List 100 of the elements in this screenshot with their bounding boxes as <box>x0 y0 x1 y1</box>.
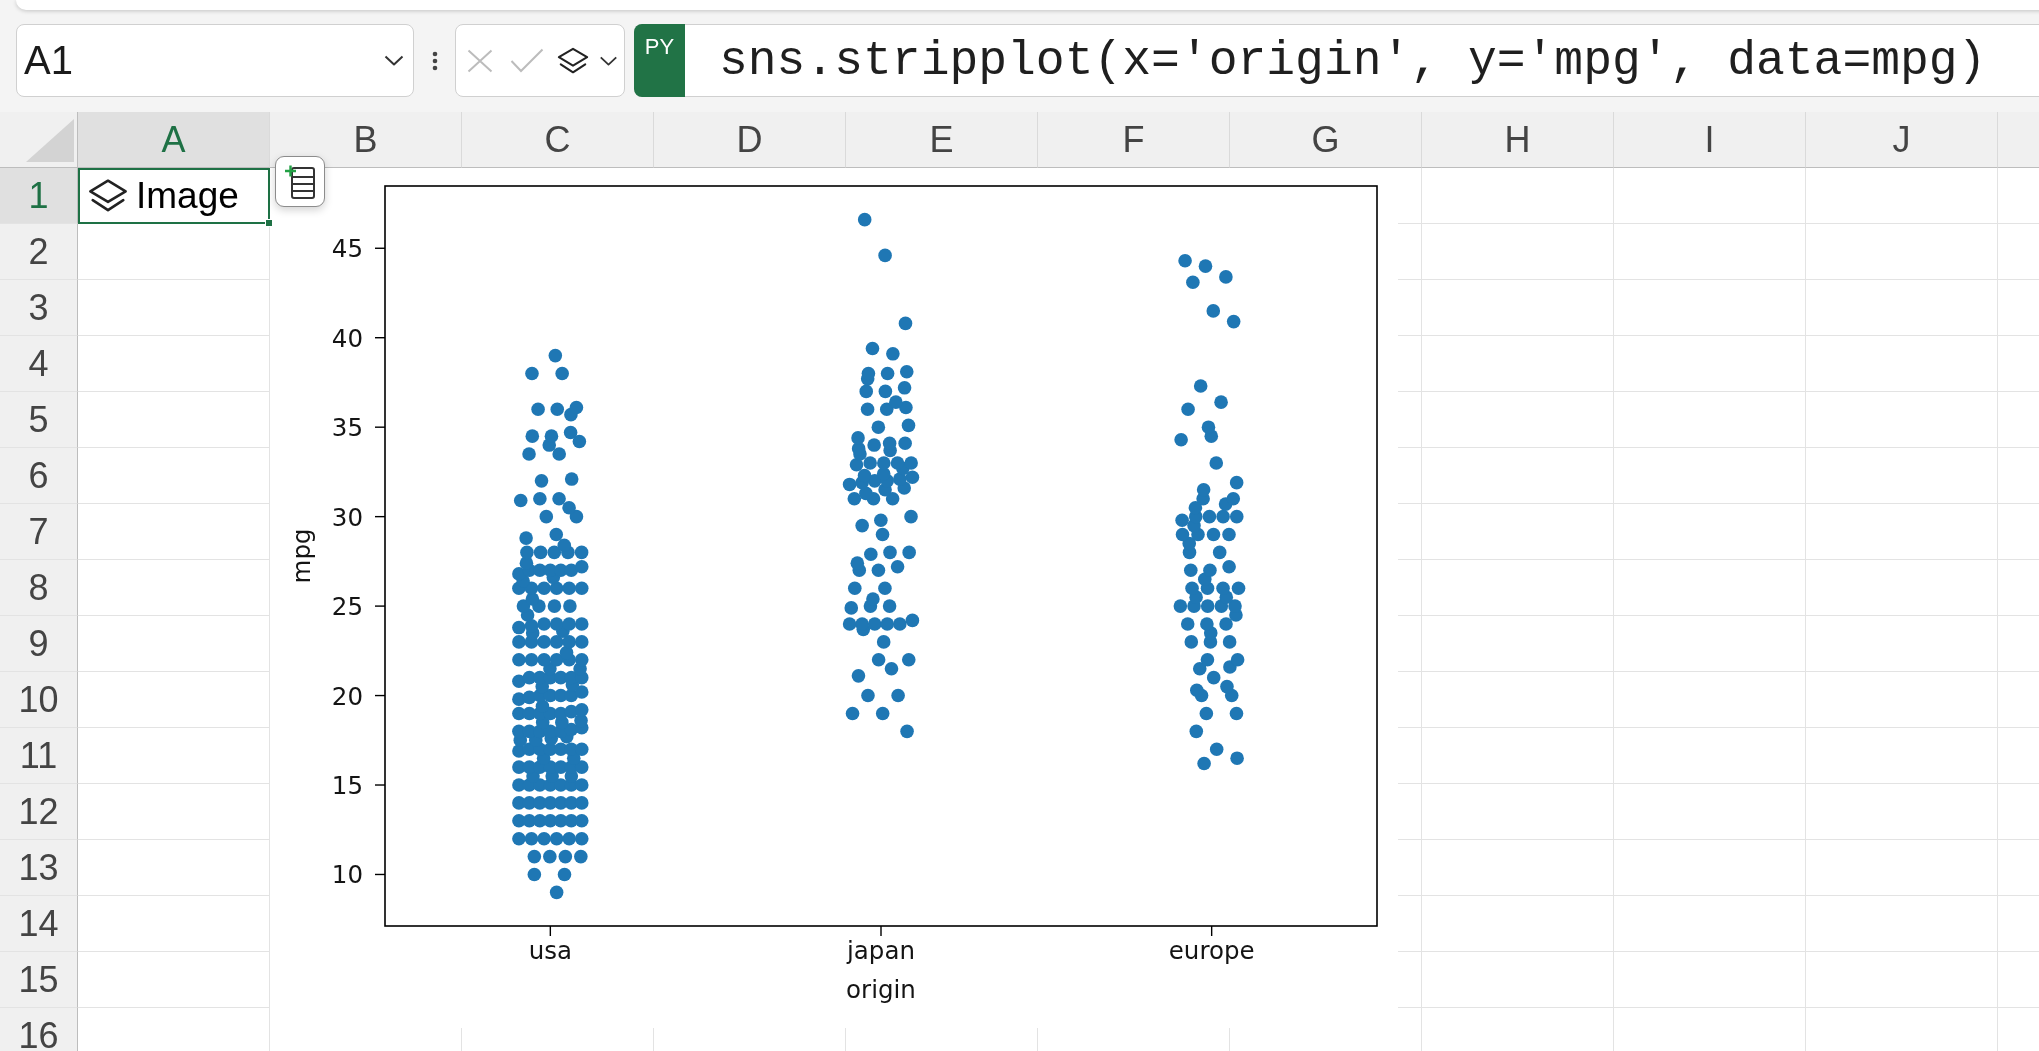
grid-cell[interactable] <box>1398 560 1422 616</box>
row-header[interactable]: 2 <box>0 224 78 280</box>
grid-cell[interactable] <box>1806 672 1998 728</box>
grid-cell[interactable] <box>1422 336 1614 392</box>
grid-cell[interactable] <box>1422 392 1614 448</box>
grid-cell[interactable] <box>1398 616 1422 672</box>
row-header[interactable]: 11 <box>0 728 78 784</box>
grid-cell[interactable] <box>1422 616 1614 672</box>
grid-cell[interactable] <box>1398 392 1422 448</box>
grid-cell[interactable] <box>1806 728 1998 784</box>
grid-cell[interactable] <box>1614 952 1806 1008</box>
grid-cell[interactable] <box>1422 224 1614 280</box>
grid-cell[interactable] <box>78 672 270 728</box>
row-header[interactable]: 15 <box>0 952 78 1008</box>
grid-cell[interactable] <box>1422 560 1614 616</box>
row-header[interactable]: 5 <box>0 392 78 448</box>
grid-cell[interactable] <box>1614 840 1806 896</box>
grid-cell[interactable] <box>1806 504 1998 560</box>
grid-cell[interactable] <box>1398 336 1422 392</box>
grid-cell[interactable] <box>1398 280 1422 336</box>
grid-cell[interactable] <box>1614 280 1806 336</box>
grid-cell[interactable] <box>78 504 270 560</box>
grid-cell[interactable] <box>1422 952 1614 1008</box>
row-header[interactable]: 9 <box>0 616 78 672</box>
grid-cell[interactable] <box>1614 896 1806 952</box>
add-list-button[interactable] <box>275 156 325 207</box>
grid-cell[interactable] <box>1806 224 1998 280</box>
grid-cell[interactable] <box>78 448 270 504</box>
row-header[interactable]: 1 <box>0 168 78 224</box>
formula-field[interactable]: PY sns.stripplot(x='origin', y='mpg', data=mpg) <box>634 24 2039 97</box>
fill-handle[interactable] <box>265 219 273 227</box>
select-all-button[interactable] <box>0 112 78 168</box>
grid-cell[interactable] <box>1614 616 1806 672</box>
grid-cell[interactable] <box>1398 168 1422 224</box>
grid-cell[interactable] <box>1806 616 1998 672</box>
grid-cell[interactable] <box>1614 336 1806 392</box>
active-cell[interactable]: Image <box>78 168 270 224</box>
name-box[interactable]: A1 <box>16 24 414 97</box>
grid-cell[interactable] <box>1614 672 1806 728</box>
grid-cell[interactable] <box>78 728 270 784</box>
row-header[interactable]: 12 <box>0 784 78 840</box>
row-header[interactable]: 14 <box>0 896 78 952</box>
grid-cell[interactable] <box>1398 448 1422 504</box>
column-header[interactable]: H <box>1422 112 1614 168</box>
grid-cell[interactable] <box>1614 784 1806 840</box>
grid-cell[interactable] <box>1398 728 1422 784</box>
row-header[interactable]: 3 <box>0 280 78 336</box>
grid-cell[interactable] <box>1614 392 1806 448</box>
row-header[interactable]: 8 <box>0 560 78 616</box>
grid-cell[interactable] <box>1614 728 1806 784</box>
column-header[interactable]: J <box>1806 112 1998 168</box>
grid-cell[interactable] <box>1398 224 1422 280</box>
grid-cell[interactable] <box>1806 392 1998 448</box>
column-header[interactable]: D <box>654 112 846 168</box>
grid-cell[interactable] <box>1614 448 1806 504</box>
grid-cell[interactable] <box>1422 448 1614 504</box>
grid-cell[interactable] <box>1398 896 1422 952</box>
grid-cell[interactable] <box>1422 168 1614 224</box>
column-header[interactable]: B <box>270 112 462 168</box>
grid-cell[interactable] <box>1806 952 1998 1008</box>
grid-cell[interactable] <box>1614 504 1806 560</box>
vertical-dots-icon[interactable] <box>431 50 438 71</box>
grid-cell[interactable] <box>1422 896 1614 952</box>
grid-cell[interactable] <box>78 560 270 616</box>
column-header[interactable]: C <box>462 112 654 168</box>
grid-cell[interactable] <box>78 336 270 392</box>
grid-cell[interactable] <box>1806 336 1998 392</box>
grid-cell[interactable] <box>1806 168 1998 224</box>
grid-cell[interactable] <box>1806 840 1998 896</box>
grid-cell[interactable] <box>78 280 270 336</box>
row-header[interactable]: 13 <box>0 840 78 896</box>
column-header[interactable]: E <box>846 112 1038 168</box>
row-header[interactable]: 7 <box>0 504 78 560</box>
grid-cell[interactable] <box>78 224 270 280</box>
grid-cell[interactable] <box>78 896 270 952</box>
row-header[interactable]: 16 <box>0 1008 78 1051</box>
column-header[interactable]: F <box>1038 112 1230 168</box>
grid-cell[interactable] <box>1398 784 1422 840</box>
grid-cell[interactable] <box>1398 952 1422 1008</box>
grid-cell[interactable] <box>1614 224 1806 280</box>
grid-cell[interactable] <box>1806 448 1998 504</box>
grid-cell[interactable] <box>1422 504 1614 560</box>
grid-cell[interactable] <box>1398 672 1422 728</box>
grid-cell[interactable] <box>1422 280 1614 336</box>
grid-cell[interactable] <box>1398 504 1422 560</box>
grid-cell[interactable] <box>1806 896 1998 952</box>
column-header[interactable]: A <box>78 112 270 168</box>
grid-cell[interactable] <box>1806 560 1998 616</box>
chevron-down-icon[interactable] <box>384 55 404 66</box>
grid-cell[interactable] <box>78 616 270 672</box>
grid-cell[interactable] <box>1422 840 1614 896</box>
grid-cell[interactable] <box>1614 168 1806 224</box>
grid-cell[interactable] <box>78 952 270 1008</box>
grid-cell[interactable] <box>78 784 270 840</box>
row-header[interactable]: 4 <box>0 336 78 392</box>
column-header[interactable]: G <box>1230 112 1422 168</box>
grid-cell[interactable] <box>78 840 270 896</box>
grid-cell[interactable] <box>1806 280 1998 336</box>
grid-cell[interactable] <box>1614 560 1806 616</box>
grid-cell[interactable] <box>1806 784 1998 840</box>
